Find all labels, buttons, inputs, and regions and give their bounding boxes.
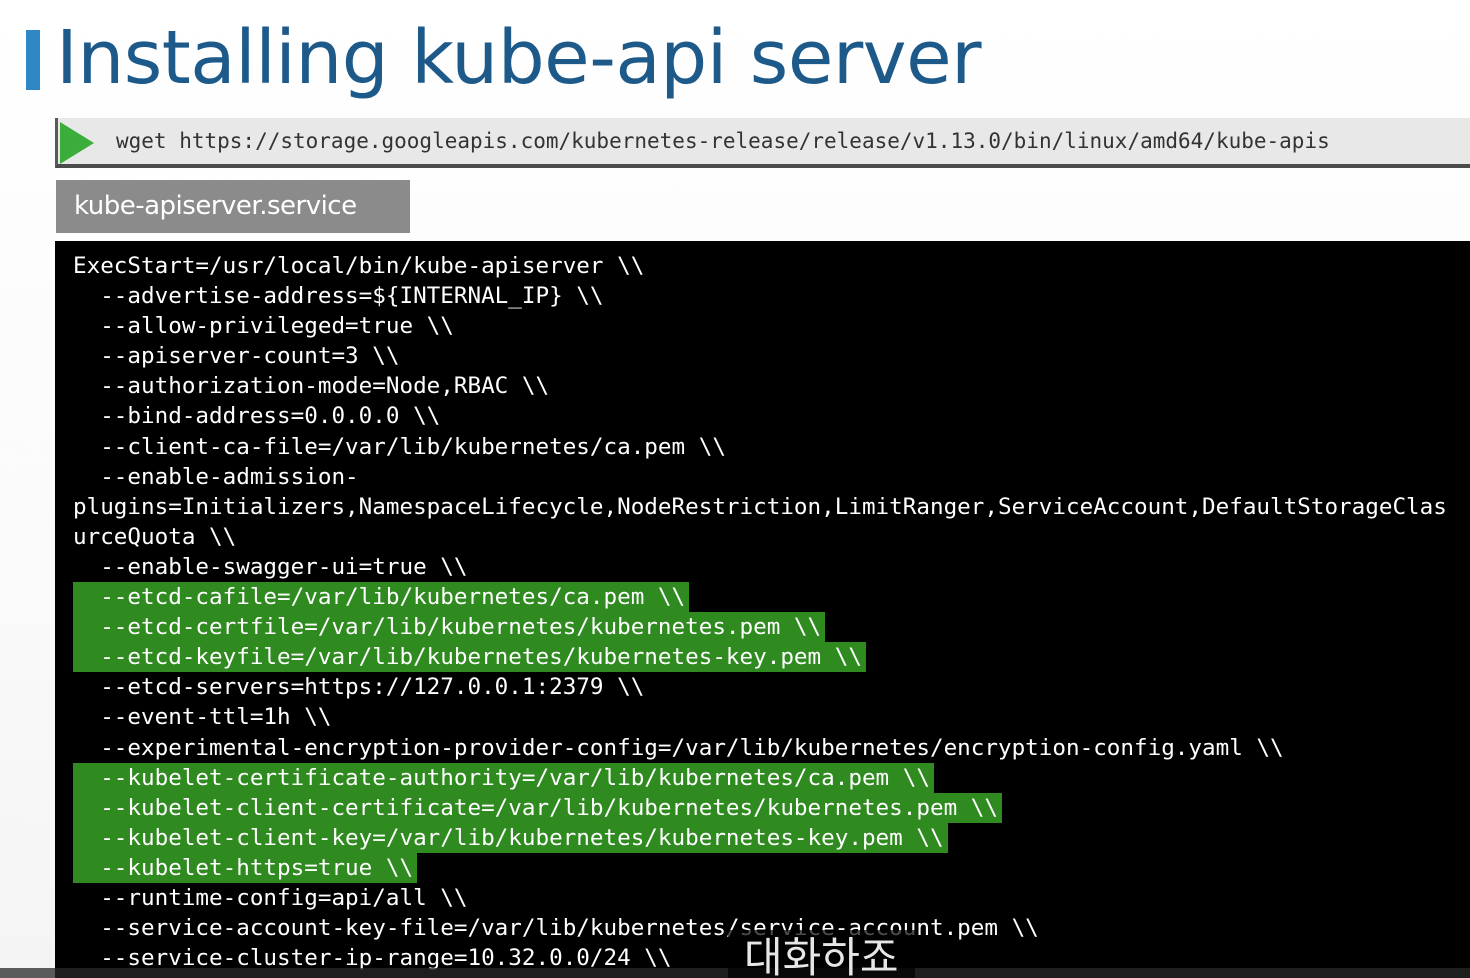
file-label: kube-apiserver.service [56,180,410,233]
code-line: --event-ttl=1h \\ [73,704,332,731]
terminal-window: ExecStart=/usr/local/bin/kube-apiserver … [55,241,1470,978]
code-line: --bind-address=0.0.0.0 \\ [73,403,441,430]
code-line-highlighted: --kubelet-https=true \\ [73,852,1447,883]
code-line: --runtime-config=api/all \\ [73,884,468,911]
code-line-highlighted: --etcd-certfile=/var/lib/kubernetes/kube… [73,612,1447,643]
command-strip: wget https://storage.googleapis.com/kube… [55,118,1470,168]
code-line: --enable-admission- [73,463,359,490]
code-line: --client-ca-file=/var/lib/kubernetes/ca.… [73,433,726,460]
code-line-highlighted: --etcd-keyfile=/var/lib/kubernetes/kuber… [73,642,1447,673]
code-line: plugins=Initializers,NamespaceLifecycle,… [73,493,1447,520]
code-line: --advertise-address=${INTERNAL_IP} \\ [73,283,604,310]
code-line: --allow-privileged=true \\ [73,313,454,340]
code-line: --enable-swagger-ui=true \\ [73,553,468,580]
play-icon [60,122,94,164]
code-line-highlighted: --kubelet-certificate-authority=/var/lib… [73,762,1447,793]
code-line: ExecStart=/usr/local/bin/kube-apiserver … [73,253,645,279]
code-line: --etcd-servers=https://127.0.0.1:2379 \\ [73,674,645,701]
code-line-highlighted: --kubelet-client-key=/var/lib/kubernetes… [73,822,1447,853]
code-line: --authorization-mode=Node,RBAC \\ [73,373,550,400]
code-block: ExecStart=/usr/local/bin/kube-apiserver … [73,251,1447,973]
code-line-highlighted: --etcd-cafile=/var/lib/kubernetes/ca.pem… [73,582,1447,613]
command-text: wget https://storage.googleapis.com/kube… [116,129,1330,153]
slide-title: Installing kube-api server [56,15,982,101]
code-line: --apiserver-count=3 \\ [73,343,400,370]
code-line: --experimental-encryption-provider-confi… [73,734,1284,761]
code-line-highlighted: --kubelet-client-certificate=/var/lib/ku… [73,792,1447,823]
title-accent-bar [26,30,40,90]
code-line: urceQuota \\ [73,523,237,550]
video-subtitle: 대화하죠 [728,930,915,978]
